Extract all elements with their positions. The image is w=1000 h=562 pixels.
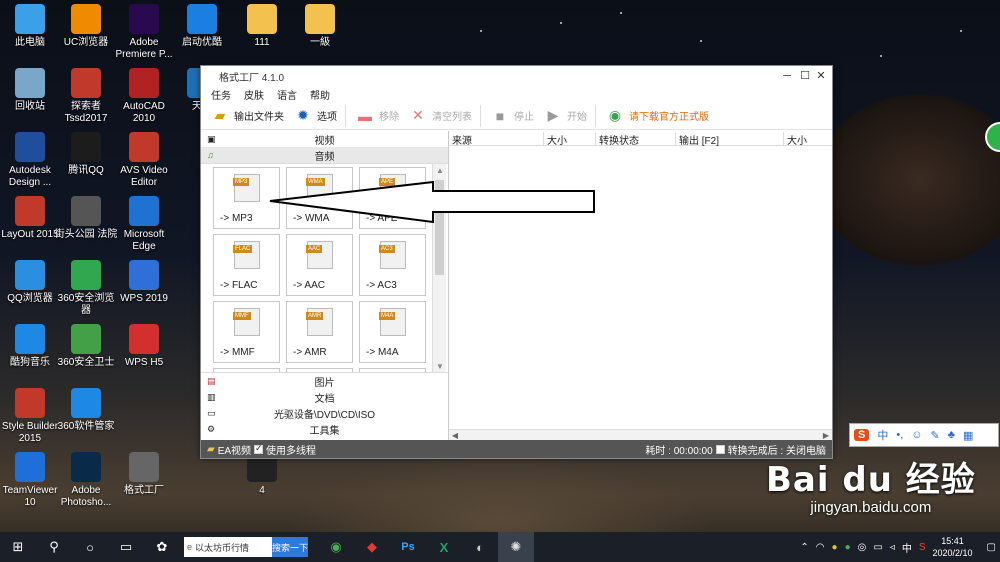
clock-date: 2020/2/10 bbox=[932, 548, 973, 558]
sogou-ime-bar: S 中 •, ☺ ✎ ♣ ▦ bbox=[849, 423, 999, 447]
battery-icon[interactable]: ▭ bbox=[873, 542, 882, 553]
volume-icon[interactable]: ◃ bbox=[890, 542, 895, 553]
sogou-punctuation-icon[interactable]: •, bbox=[896, 429, 903, 441]
wifi-icon[interactable]: ◠ bbox=[816, 542, 825, 553]
ime-indicator[interactable]: 中 bbox=[902, 540, 912, 555]
start-windows-icon[interactable]: ⊞ bbox=[0, 532, 36, 562]
taskbar: ⊞ ⚲ ○ ▭ ✿ e 以太坊币行情 搜索一下 ◉ ◆ Ps X ◐ ✺ ⌃ ◠… bbox=[0, 532, 1000, 562]
search-icon[interactable]: ⚲ bbox=[36, 532, 72, 562]
baidu-watermark: Bai du 经验 jingyan.baidu.com bbox=[766, 452, 976, 516]
taskbar-search-button[interactable]: 搜索一下 bbox=[272, 537, 308, 557]
sogou-tray-icon[interactable]: S bbox=[919, 542, 926, 553]
360-browser-taskbar-icon[interactable]: ◉ bbox=[318, 532, 354, 562]
baidu-url: jingyan.baidu.com bbox=[810, 499, 932, 516]
baidu-brand: Bai du 经验 bbox=[766, 460, 976, 500]
tray-360-icon[interactable]: ● bbox=[845, 542, 851, 553]
taskbar-search-input[interactable]: e 以太坊币行情 bbox=[184, 537, 272, 557]
sogou-logo-icon[interactable]: S bbox=[854, 429, 870, 441]
tray-chevron-icon[interactable]: ⌃ bbox=[800, 542, 808, 553]
pinwheel-icon[interactable]: ✿ bbox=[144, 532, 180, 562]
wps-taskbar-icon[interactable]: ◆ bbox=[354, 532, 390, 562]
tray-app-icon[interactable]: ● bbox=[832, 542, 838, 553]
clock-time: 15:41 bbox=[941, 536, 964, 546]
ie-icon: e bbox=[187, 542, 193, 552]
sogou-mode-toggle[interactable]: 中 bbox=[877, 427, 888, 443]
notification-icon[interactable]: ▢ bbox=[987, 542, 996, 553]
sogou-toolbox-icon[interactable]: ▦ bbox=[963, 429, 973, 442]
format-factory-taskbar-icon[interactable]: ✺ bbox=[498, 532, 534, 562]
cortana-icon[interactable]: ○ bbox=[72, 532, 108, 562]
task-view-icon[interactable]: ▭ bbox=[108, 532, 144, 562]
sogou-pen-icon[interactable]: ✎ bbox=[931, 429, 940, 442]
system-tray: ⌃ ◠ ● ● ◎ ▭ ◃ 中 S 15:41 2020/2/10 ▢ bbox=[800, 532, 1000, 562]
clock[interactable]: 15:41 2020/2/10 bbox=[933, 535, 973, 559]
sogou-emoji-icon[interactable]: ☺ bbox=[911, 429, 922, 441]
sogou-skin-icon[interactable]: ♣ bbox=[948, 429, 955, 441]
media-taskbar-icon[interactable]: ◐ bbox=[462, 532, 498, 562]
photoshop-taskbar-icon[interactable]: Ps bbox=[390, 532, 426, 562]
excel-taskbar-icon[interactable]: X bbox=[426, 532, 462, 562]
tray-wechat-icon[interactable]: ◎ bbox=[858, 542, 867, 553]
